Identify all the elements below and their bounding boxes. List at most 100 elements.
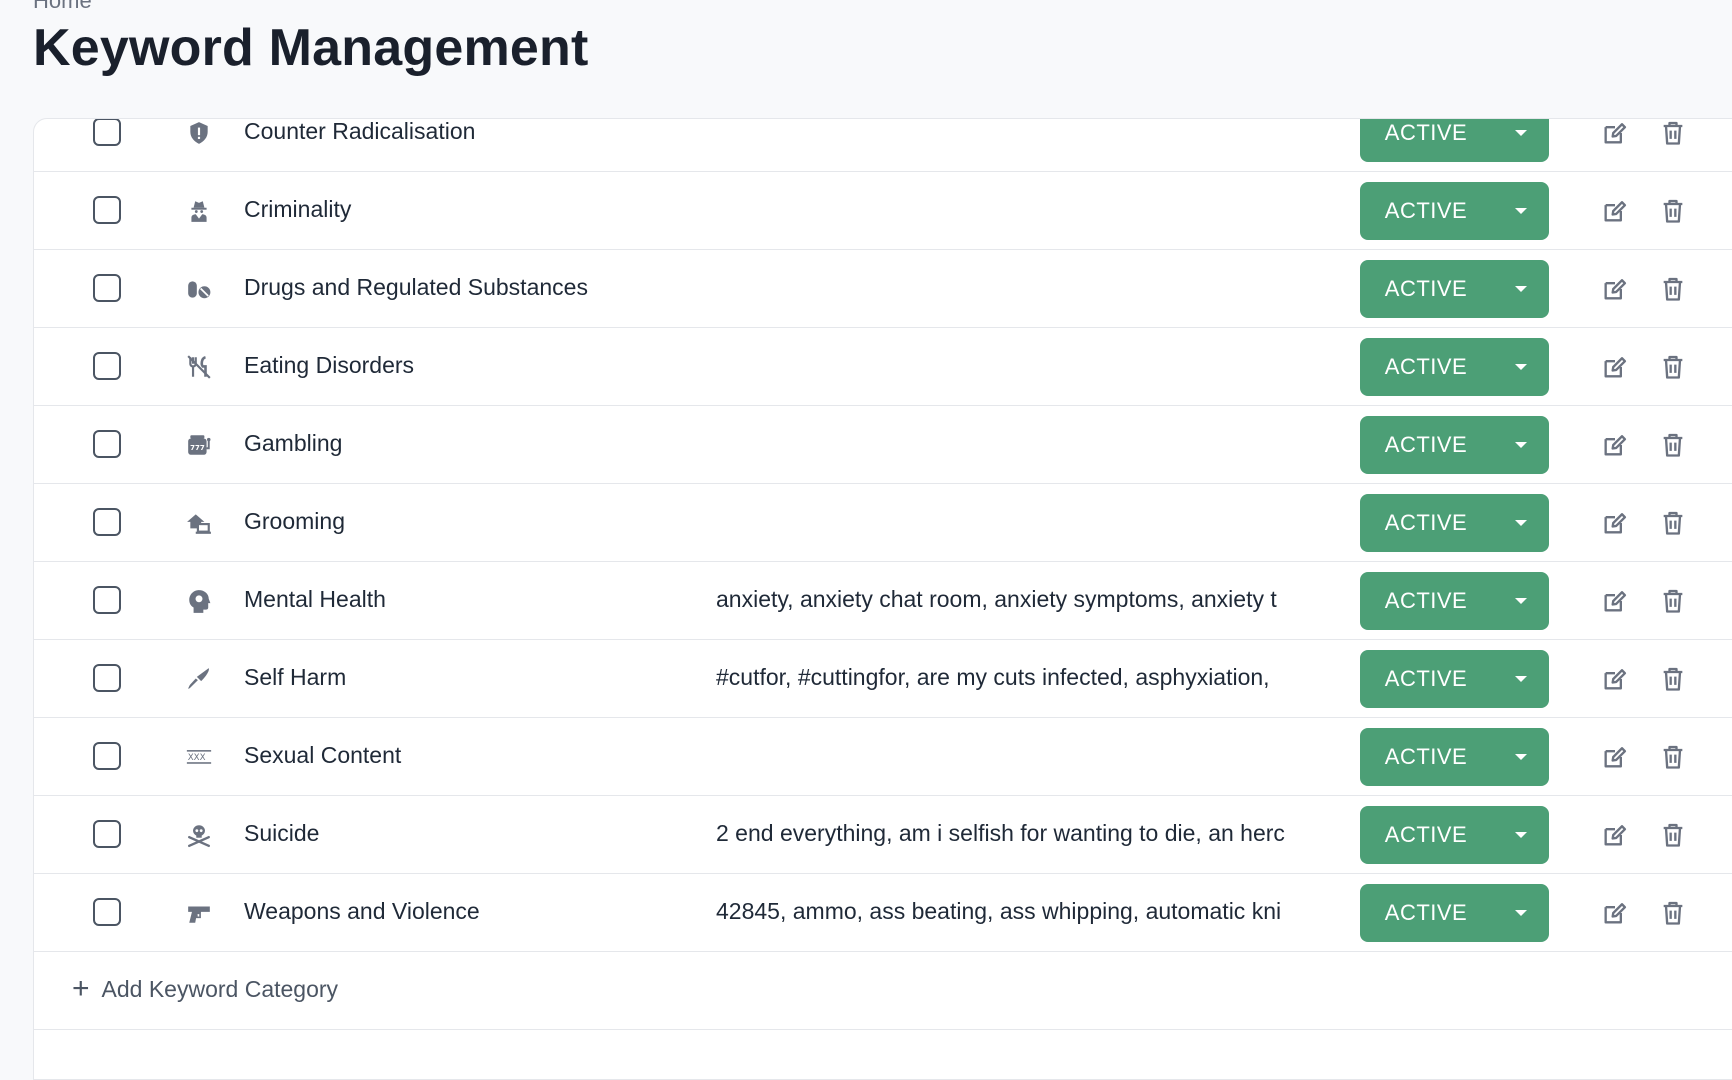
status-label: ACTIVE xyxy=(1384,666,1468,691)
row-checkbox[interactable] xyxy=(93,196,121,224)
status-dropdown[interactable]: ACTIVE xyxy=(1360,416,1549,474)
category-name: Mental Health xyxy=(244,586,386,612)
trash-icon[interactable] xyxy=(1658,664,1688,694)
status-dropdown[interactable]: ACTIVE xyxy=(1360,494,1549,552)
category-name: Counter Radicalisation xyxy=(244,118,476,144)
trash-icon[interactable] xyxy=(1658,820,1688,850)
category-keywords: #cutfor, #cuttingfor, are my cuts infect… xyxy=(716,664,1270,690)
category-name: Weapons and Violence xyxy=(244,898,480,924)
status-dropdown[interactable]: ACTIVE xyxy=(1360,119,1549,162)
row-checkbox[interactable] xyxy=(93,820,121,848)
row-checkbox[interactable] xyxy=(93,664,121,692)
row-checkbox[interactable] xyxy=(93,508,121,536)
status-dropdown[interactable]: ACTIVE xyxy=(1360,884,1549,942)
edit-icon[interactable] xyxy=(1600,119,1630,148)
add-keyword-category-label: Add Keyword Category xyxy=(101,975,339,1002)
status-label: ACTIVE xyxy=(1384,354,1468,379)
status-label: ACTIVE xyxy=(1384,744,1468,769)
trash-icon[interactable] xyxy=(1658,742,1688,772)
edit-icon[interactable] xyxy=(1600,508,1630,538)
row-checkbox[interactable] xyxy=(93,898,121,926)
status-label: ACTIVE xyxy=(1384,432,1468,457)
caret-down-icon[interactable] xyxy=(1492,182,1549,240)
add-keyword-category-button[interactable]: + Add Keyword Category xyxy=(72,974,338,1004)
breadcrumb[interactable]: Home xyxy=(33,0,92,14)
edit-icon[interactable] xyxy=(1600,664,1630,694)
category-name: Suicide xyxy=(244,820,320,846)
house-laptop-icon xyxy=(184,509,214,537)
page-title: Keyword Management xyxy=(33,19,589,77)
caret-down-icon[interactable] xyxy=(1492,338,1549,396)
edit-icon[interactable] xyxy=(1600,820,1630,850)
caret-down-icon[interactable] xyxy=(1492,650,1549,708)
status-dropdown[interactable]: ACTIVE xyxy=(1360,650,1549,708)
caret-down-icon[interactable] xyxy=(1492,806,1549,864)
caret-down-icon[interactable] xyxy=(1492,572,1549,630)
category-row: Weapons and Violence 42845, ammo, ass be… xyxy=(34,874,1732,952)
trash-icon[interactable] xyxy=(1658,508,1688,538)
keyword-category-table: Counter Radicalisation ACTIVE Criminalit… xyxy=(33,118,1732,1080)
trash-icon[interactable] xyxy=(1658,274,1688,304)
category-name: Drugs and Regulated Substances xyxy=(244,274,588,300)
category-name: Eating Disorders xyxy=(244,352,415,378)
category-name: Self Harm xyxy=(244,664,347,690)
caret-down-icon[interactable] xyxy=(1492,728,1549,786)
trash-icon[interactable] xyxy=(1658,586,1688,616)
slot-machine-icon: 777 xyxy=(184,431,214,459)
edit-icon[interactable] xyxy=(1600,430,1630,460)
caret-down-icon[interactable] xyxy=(1492,416,1549,474)
skull-crossbones-icon xyxy=(184,821,214,849)
status-label: ACTIVE xyxy=(1384,510,1468,535)
trash-icon[interactable] xyxy=(1658,898,1688,928)
knife-icon xyxy=(184,665,214,693)
caret-down-icon[interactable] xyxy=(1492,884,1549,942)
trash-icon[interactable] xyxy=(1658,196,1688,226)
category-row: Drugs and Regulated Substances ACTIVE xyxy=(34,250,1732,328)
caret-down-icon[interactable] xyxy=(1492,494,1549,552)
trash-icon[interactable] xyxy=(1658,430,1688,460)
category-keywords: 42845, ammo, ass beating, ass whipping, … xyxy=(716,898,1282,924)
row-checkbox[interactable] xyxy=(93,430,121,458)
gun-icon xyxy=(184,899,214,927)
edit-icon[interactable] xyxy=(1600,586,1630,616)
category-keywords: 2 end everything, am i selfish for wanti… xyxy=(716,820,1285,846)
caret-down-icon[interactable] xyxy=(1492,119,1549,162)
status-label: ACTIVE xyxy=(1384,588,1468,613)
row-checkbox[interactable] xyxy=(93,274,121,302)
edit-icon[interactable] xyxy=(1600,898,1630,928)
status-dropdown[interactable]: ACTIVE xyxy=(1360,572,1549,630)
status-label: ACTIVE xyxy=(1384,900,1468,925)
category-keywords: anxiety, anxiety chat room, anxiety symp… xyxy=(716,586,1277,612)
pills-icon xyxy=(184,275,214,303)
caret-down-icon[interactable] xyxy=(1492,260,1549,318)
category-row: Mental Health anxiety, anxiety chat room… xyxy=(34,562,1732,640)
category-row: Suicide 2 end everything, am i selfish f… xyxy=(34,796,1732,874)
status-label: ACTIVE xyxy=(1384,120,1468,145)
row-checkbox[interactable] xyxy=(93,742,121,770)
category-row: Self Harm #cutfor, #cuttingfor, are my c… xyxy=(34,640,1732,718)
status-dropdown[interactable]: ACTIVE xyxy=(1360,260,1549,318)
status-dropdown[interactable]: ACTIVE xyxy=(1360,338,1549,396)
row-checkbox[interactable] xyxy=(93,352,121,380)
trash-icon[interactable] xyxy=(1658,119,1688,148)
category-list: Counter Radicalisation ACTIVE Criminalit… xyxy=(34,118,1732,1030)
category-row: Eating Disorders ACTIVE xyxy=(34,328,1732,406)
svg-text:XXX: XXX xyxy=(188,753,206,763)
category-row: XXX Sexual Content ACTIVE xyxy=(34,718,1732,796)
category-name: Criminality xyxy=(244,196,352,222)
trash-icon[interactable] xyxy=(1658,352,1688,382)
status-label: ACTIVE xyxy=(1384,198,1468,223)
edit-icon[interactable] xyxy=(1600,742,1630,772)
status-dropdown[interactable]: ACTIVE xyxy=(1360,182,1549,240)
add-category-row: + Add Keyword Category xyxy=(34,952,1732,1030)
row-checkbox[interactable] xyxy=(93,586,121,614)
row-checkbox[interactable] xyxy=(93,119,121,146)
status-dropdown[interactable]: ACTIVE xyxy=(1360,806,1549,864)
edit-icon[interactable] xyxy=(1600,196,1630,226)
edit-icon[interactable] xyxy=(1600,274,1630,304)
edit-icon[interactable] xyxy=(1600,352,1630,382)
xxx-icon: XXX xyxy=(184,743,214,771)
status-dropdown[interactable]: ACTIVE xyxy=(1360,728,1549,786)
svg-text:777: 777 xyxy=(190,443,205,452)
category-row: Criminality ACTIVE xyxy=(34,172,1732,250)
